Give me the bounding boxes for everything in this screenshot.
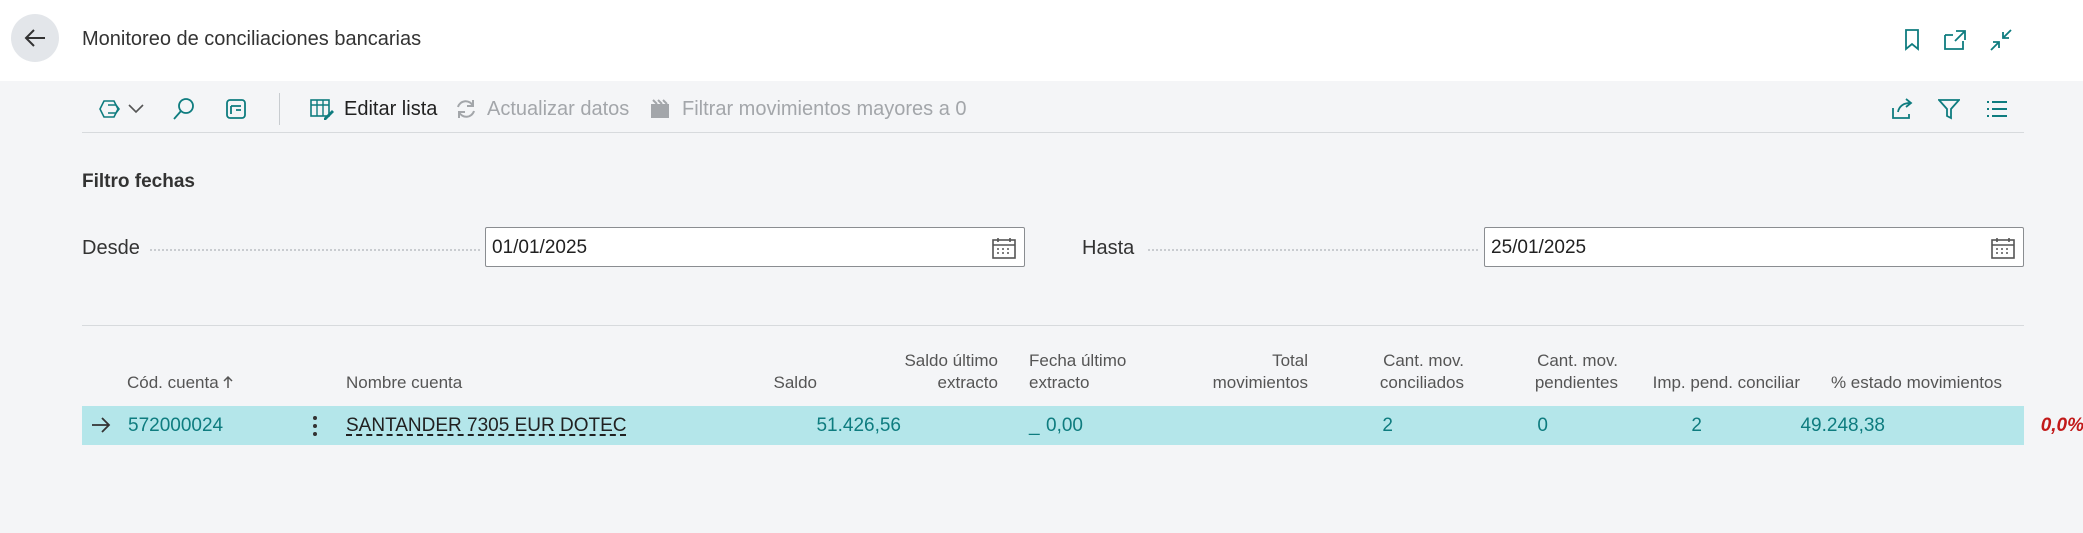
page-title: Monitoreo de conciliaciones bancarias [82,28,422,50]
filter-movements-icon [651,99,669,118]
row-actions-icon[interactable] [312,415,318,437]
edit-list-icon [310,99,334,120]
column-header-balance[interactable]: Saldo [700,372,817,394]
column-header-last-statement-balance[interactable]: Saldo último extracto [860,350,998,394]
chevron-down-icon [128,104,144,114]
column-header-line: conciliados [1379,373,1464,392]
to-date-field[interactable]: 25/01/2025 [1484,227,2024,267]
analysis-mode-icon [226,99,246,119]
total-movements-value[interactable]: 2 [1242,415,1393,437]
edit-list-button[interactable]: Editar lista [310,93,437,125]
column-header-line: movimientos [1212,373,1308,392]
column-header-reconciled[interactable]: Cant. mov. conciliados [1340,350,1464,394]
column-header-pending-amount[interactable]: Imp. pend. conciliar [1640,372,1800,394]
last-statement-balance-value[interactable]: 0,00 [942,415,1083,437]
account-code-link[interactable]: 572000024 [128,415,223,437]
from-date-value: 01/01/2025 [492,237,588,258]
column-header-line: Total [1272,351,1308,370]
column-header-line: extracto [1029,373,1090,392]
column-header-line: pendientes [1534,373,1618,392]
reconciled-value[interactable]: 0 [1422,415,1548,437]
status-pct-value[interactable]: 0,0% [1892,415,2083,437]
page-header: Monitoreo de conciliaciones bancarias [0,0,2083,81]
calendar-icon[interactable] [1991,237,2015,259]
refresh-data-label: Actualizar datos [487,97,630,120]
open-new-window-icon[interactable] [1941,26,1969,54]
section-divider [82,325,2024,326]
from-date-label: Desde [82,237,140,259]
column-header-line: Fecha último [1029,351,1127,370]
table-row[interactable]: 572000024 SANTANDER 7305 EUR DOTEC 51.42… [82,406,2083,445]
filter-icon [1938,99,1960,120]
copilot-icon [99,100,120,118]
filter-movements-label: Filtrar movimientos mayores a 0 [682,97,967,120]
search-icon [173,98,194,120]
balance-value[interactable]: 51.426,56 [722,415,901,437]
row-indicator-arrow-icon [92,417,111,433]
collapse-icon[interactable] [1987,26,2015,54]
filter-button[interactable] [1938,93,1960,125]
copilot-menu-button[interactable] [98,93,144,125]
list-view-button[interactable] [1986,93,2008,125]
search-button[interactable] [172,93,196,125]
to-date-value: 25/01/2025 [1491,237,1587,258]
date-filter-title: Filtro fechas [82,171,195,192]
bookmark-icon[interactable] [1898,26,1926,54]
column-header-line: Cant. mov. [1383,351,1464,370]
column-header-total-movements[interactable]: Total movimientos [1160,350,1308,394]
pending-value[interactable]: 2 [1582,415,1702,437]
sort-ascending-icon [223,375,233,388]
from-date-field[interactable]: 01/01/2025 [485,227,1025,267]
to-date-label: Hasta [1082,237,1135,259]
list-view-icon [1987,101,2007,117]
column-header-line: Saldo último [904,351,998,370]
toolbar-separator [279,93,280,125]
pending-amount-value[interactable]: 49.248,38 [1722,415,1885,437]
share-icon [1892,98,1913,119]
column-header-label: Cód. cuenta [127,373,219,392]
account-name-link[interactable]: SANTANDER 7305 EUR DOTEC [346,415,627,437]
filter-movements-button[interactable]: Filtrar movimientos mayores a 0 [650,93,967,125]
column-header-line: extracto [937,373,998,392]
edit-list-label: Editar lista [344,97,438,120]
column-header-status-pct[interactable]: % estado movimientos [1810,372,2002,394]
action-toolbar: Editar lista Actualizar datos Filtrar mo… [82,85,2024,133]
back-button[interactable] [11,14,59,62]
refresh-data-button[interactable]: Actualizar datos [455,93,629,125]
column-header-pending[interactable]: Cant. mov. pendientes [1500,350,1618,394]
column-header-account-name[interactable]: Nombre cuenta [346,372,462,394]
column-header-line: Cant. mov. [1537,351,1618,370]
calendar-icon[interactable] [992,237,1016,259]
last-statement-date-value[interactable]: _ [1029,415,1040,437]
refresh-icon [457,100,475,118]
share-button[interactable] [1890,93,1914,125]
from-date-leader [150,249,480,251]
arrow-left-icon [24,29,45,47]
to-date-leader [1148,249,1478,251]
column-header-account-code[interactable]: Cód. cuenta [127,372,233,394]
analysis-mode-button[interactable] [224,93,248,125]
column-header-last-statement-date[interactable]: Fecha último extracto [1029,350,1126,394]
